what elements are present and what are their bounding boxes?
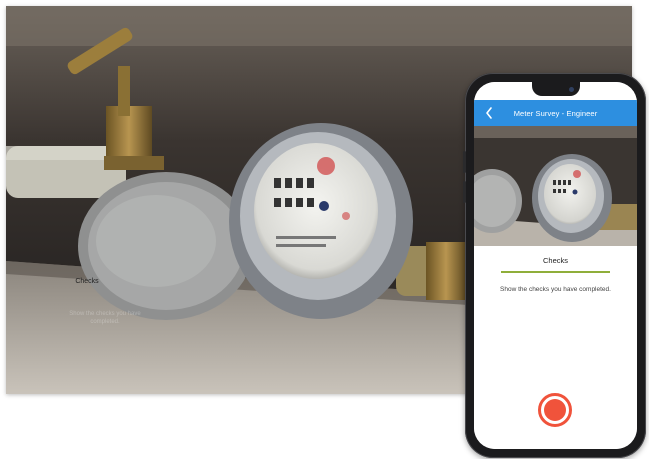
checks-panel: Checks Show the checks you have complete… xyxy=(474,246,637,449)
camera-preview xyxy=(474,126,637,246)
stage: Checks Show the checks you have complete… xyxy=(0,0,649,459)
checks-description: Show the checks you have completed. xyxy=(500,286,611,293)
record-icon xyxy=(544,399,566,421)
record-button[interactable] xyxy=(538,393,572,427)
phone-mockup: Meter Survey - Engineer Checks Show the … xyxy=(463,73,646,458)
phone-side-button xyxy=(463,181,466,203)
chevron-left-icon xyxy=(486,107,492,119)
back-button[interactable] xyxy=(480,100,498,126)
app-header: Meter Survey - Engineer xyxy=(474,100,637,126)
checks-underline xyxy=(501,271,610,273)
phone-screen: Meter Survey - Engineer Checks Show the … xyxy=(474,82,637,449)
checks-title: Checks xyxy=(542,256,568,265)
phone-side-button xyxy=(463,151,466,173)
app-title: Meter Survey - Engineer xyxy=(513,108,598,118)
camera-preview-image xyxy=(474,126,637,246)
front-camera-icon xyxy=(569,87,574,92)
overlay-checks-description: Show the checks you have completed. xyxy=(69,311,141,325)
overlay-checks-title: Checks xyxy=(75,278,99,285)
